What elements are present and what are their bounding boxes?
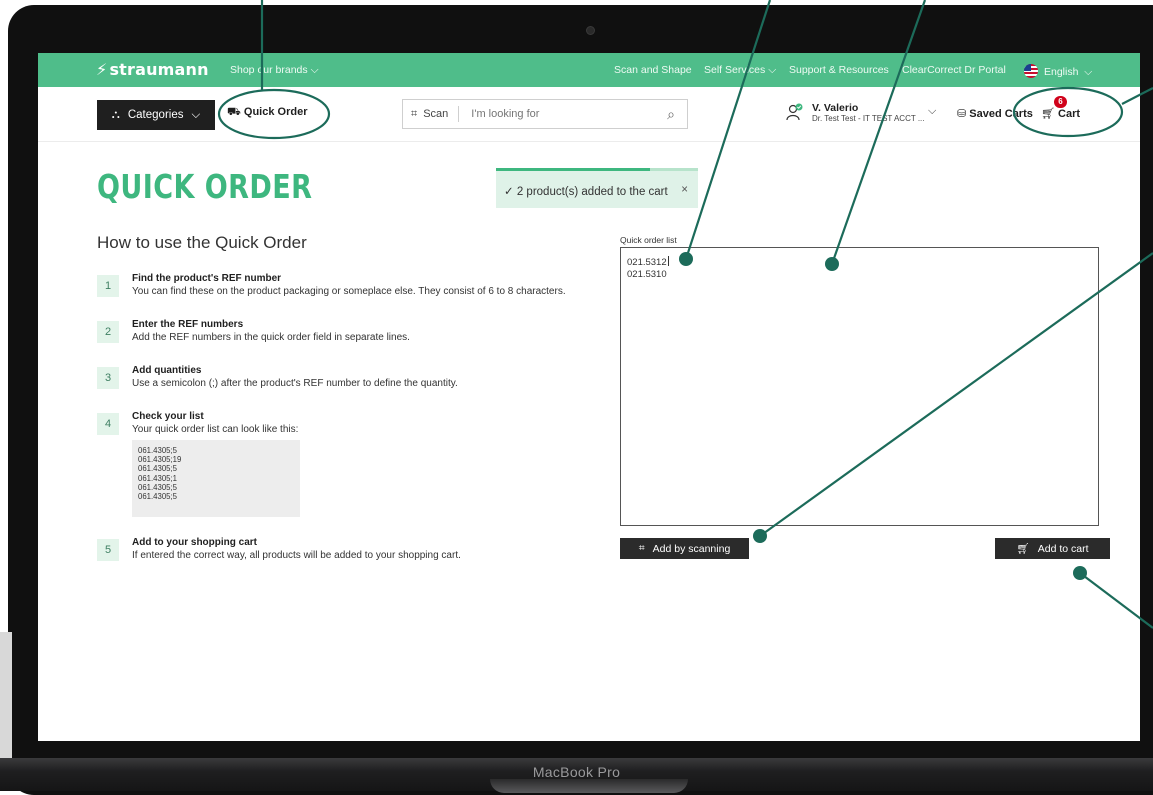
quick-list-line: 021.5310 — [627, 269, 667, 280]
user-account-menu[interactable]: V. Valerio Dr. Test Test - IT TEST ACCT … — [786, 103, 924, 124]
language-selector[interactable]: English ⌵ — [1024, 64, 1092, 79]
step-description: Add the REF numbers in the quick order f… — [132, 332, 410, 343]
page-title: QUICK ORDER — [97, 167, 313, 206]
step-title: Find the product's REF number — [132, 273, 282, 284]
chevron-down-icon[interactable]: ⌵ — [928, 105, 936, 118]
scan-icon: ⌗ — [411, 107, 418, 120]
chevron-down-icon: ⌵ — [768, 64, 777, 76]
quick-list-line: 021.5312 — [627, 257, 667, 268]
categories-label: Categories — [127, 109, 184, 121]
chevron-down-icon: ⌵ — [310, 64, 319, 76]
example-line: 061.4305;5 — [138, 446, 178, 455]
step-description: Your quick order list can look like this… — [132, 424, 299, 435]
device-label: MacBook Pro — [532, 764, 621, 780]
chevron-down-icon: ⌵ — [191, 108, 201, 121]
hierarchy-icon: ⛬ — [111, 108, 120, 121]
step-number: 2 — [97, 321, 119, 343]
step-description: You can find these on the product packag… — [132, 286, 566, 297]
saved-carts-link[interactable]: ⛁ Saved Carts — [957, 107, 1033, 120]
step-title: Check your list — [132, 411, 204, 422]
quick-order-link[interactable]: ⛟ Quick Order — [227, 106, 307, 120]
search-icon[interactable]: ⌕ — [667, 106, 675, 123]
support-link[interactable]: Support & Resources — [789, 64, 889, 76]
saved-cart-icon: ⛁ — [957, 108, 967, 120]
toast-progress-bar — [496, 168, 650, 171]
cart-label: Cart — [1058, 108, 1081, 120]
added-to-cart-toast: ✓ 2 product(s) added to the cart × — [496, 168, 698, 208]
saved-carts-label: Saved Carts — [969, 108, 1033, 120]
step-description: Use a semicolon (;) after the product's … — [132, 378, 458, 389]
step-title: Enter the REF numbers — [132, 319, 244, 330]
quick-order-label: Quick Order — [243, 106, 308, 118]
step-title: Add to your shopping cart — [132, 537, 257, 548]
chevron-down-icon: ⌵ — [1084, 66, 1093, 78]
cart-icon: 🛒︎ — [1041, 108, 1055, 120]
scan-shape-link[interactable]: Scan and Shape — [614, 64, 692, 76]
quick-order-textarea[interactable]: 021.5312 021.5310 — [620, 247, 1099, 526]
example-line: 061.4305;5 — [138, 464, 178, 474]
user-verified-icon — [786, 103, 803, 121]
step-number: 3 — [97, 367, 119, 389]
scan-label: Scan — [423, 108, 449, 120]
browser-screen: ⚡ straumann Shop our brands ⌵ Scan and Sh… — [38, 53, 1140, 741]
main-header: ⛬ Categories ⌵ ⛟ Quick Order ⌗ Scan ⌕ — [38, 87, 1140, 142]
step-number: 4 — [97, 413, 119, 435]
step-description: If entered the correct way, all products… — [132, 550, 461, 561]
user-account: Dr. Test Test - IT TEST ACCT ... — [812, 114, 925, 123]
example-list: 061.4305;5 061.4305;19 061.4305;5 061.43… — [132, 440, 300, 517]
camera-dot — [586, 26, 595, 35]
example-line: 061.4305;5 — [138, 492, 178, 502]
add-by-scanning-label: Add by scanning — [652, 542, 731, 555]
close-icon[interactable]: × — [681, 184, 688, 196]
scan-button[interactable]: ⌗ Scan — [403, 106, 460, 122]
clearcorrect-link[interactable]: ClearCorrect Dr Portal — [902, 64, 1006, 76]
cart-icon: 🛒︎ — [1016, 543, 1030, 555]
brand-logo[interactable]: ⚡ straumann — [96, 60, 209, 79]
text-caret — [667, 256, 669, 266]
howto-title: How to use the Quick Order — [97, 233, 307, 252]
step-number: 1 — [97, 275, 119, 297]
toast-message: ✓ 2 product(s) added to the cart — [504, 186, 668, 198]
add-to-cart-label: Add to cart — [1037, 542, 1089, 555]
us-flag-icon — [1024, 64, 1038, 78]
example-line: 061.4305;1 — [138, 473, 178, 483]
user-name: V. Valerio — [812, 102, 859, 114]
add-by-scanning-button[interactable]: ⌗ Add by scanning — [620, 538, 749, 559]
self-services-menu[interactable]: Self Services ⌵ — [704, 64, 776, 77]
example-line: 061.4305;19 — [138, 455, 182, 465]
categories-button[interactable]: ⛬ Categories ⌵ — [97, 100, 215, 130]
shop-brands-menu[interactable]: Shop our brands ⌵ — [230, 64, 319, 77]
search-bar: ⌗ Scan ⌕ — [402, 99, 688, 129]
scan-icon: ⌗ — [638, 542, 645, 554]
add-to-cart-button[interactable]: 🛒︎ Add to cart — [995, 538, 1110, 559]
logo-mark-icon: ⚡ — [96, 60, 108, 79]
truck-icon: ⛟ — [227, 106, 241, 118]
brand-name: straumann — [109, 60, 209, 79]
step-number: 5 — [97, 539, 119, 561]
check-icon: ✓ — [504, 186, 514, 198]
quick-order-list-label: Quick order list — [620, 235, 677, 245]
top-nav-bar: ⚡ straumann Shop our brands ⌵ Scan and Sh… — [38, 53, 1140, 87]
example-line: 061.4305;5 — [138, 482, 178, 492]
step-title: Add quantities — [132, 365, 202, 376]
background-panel — [0, 632, 12, 772]
search-input[interactable] — [469, 107, 664, 121]
cart-link[interactable]: 🛒︎ Cart — [1041, 107, 1080, 120]
